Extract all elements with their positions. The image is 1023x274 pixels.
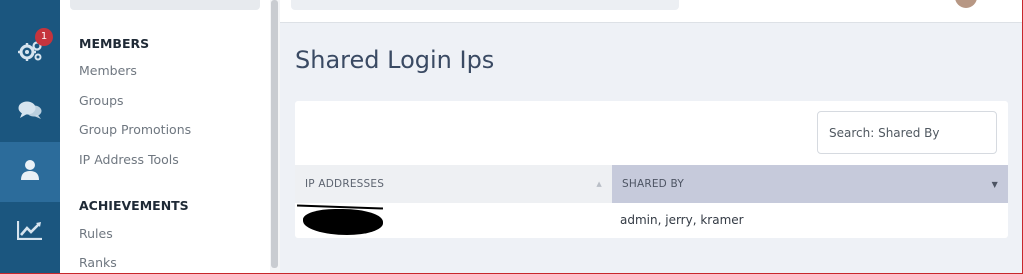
notification-badge: 1: [35, 28, 53, 46]
sort-down-icon: ▼: [991, 180, 998, 189]
admin-submenu: MEMBERS Members Groups Group Promotions …: [60, 0, 270, 274]
submenu-heading-achievements: ACHIEVEMENTS: [79, 198, 189, 213]
chart-line-icon: [16, 220, 43, 244]
submenu-link-ranks[interactable]: Ranks: [79, 255, 117, 270]
chat-icon: [18, 100, 42, 124]
submenu-scrollbar-thumb[interactable]: [271, 0, 278, 268]
column-header-shared-by[interactable]: SHARED BY ▼: [612, 165, 1008, 203]
top-bar: [280, 0, 1022, 23]
column-header-label: IP ADDRESSES: [305, 178, 385, 190]
submenu-heading-members: MEMBERS: [79, 36, 150, 51]
submenu-link-rules[interactable]: Rules: [79, 226, 113, 241]
icon-rail: 1: [0, 0, 60, 274]
top-search-bar[interactable]: [291, 0, 679, 10]
submenu-link-groups[interactable]: Groups: [79, 93, 124, 108]
submenu-link-ip-address-tools[interactable]: IP Address Tools: [79, 152, 179, 167]
user-icon: [20, 159, 40, 185]
column-header-label: SHARED BY: [622, 178, 684, 190]
submenu-link-members[interactable]: Members: [79, 63, 137, 78]
search-shared-by-input[interactable]: [817, 111, 997, 154]
rail-item-analytics[interactable]: [0, 202, 60, 262]
page-title: Shared Login Ips: [295, 46, 495, 74]
submenu-filter[interactable]: [70, 0, 260, 10]
submenu-link-group-promotions[interactable]: Group Promotions: [79, 122, 191, 137]
rail-item-conversations[interactable]: [0, 82, 60, 142]
sort-up-icon: ▲: [596, 180, 602, 188]
rail-item-users[interactable]: [0, 142, 60, 202]
column-header-ip-addresses[interactable]: IP ADDRESSES ▲: [295, 165, 612, 203]
table-cell-shared-by: admin, jerry, kramer: [620, 213, 744, 227]
rail-top-item[interactable]: [0, 0, 60, 8]
shared-ips-table-card: IP ADDRESSES ▲ SHARED BY ▼ admin, jerry,…: [295, 101, 1008, 238]
